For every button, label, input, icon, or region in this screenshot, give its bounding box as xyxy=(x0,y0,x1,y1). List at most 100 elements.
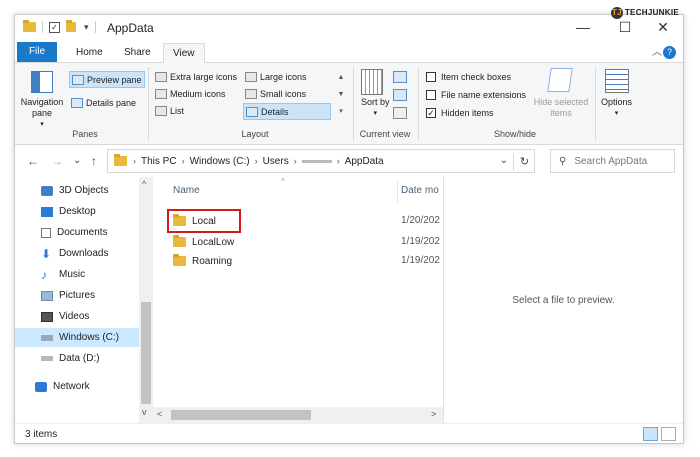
folder-icon xyxy=(173,235,186,247)
drive-d-icon xyxy=(41,356,53,361)
file-list-horizontal-scrollbar[interactable]: < > xyxy=(153,407,443,423)
address-bar[interactable]: › This PC › Windows (C:) › Users › › App… xyxy=(107,149,535,173)
scroll-left-icon[interactable]: < xyxy=(157,409,162,419)
column-header-name[interactable]: Name xyxy=(173,185,200,196)
details-option[interactable]: Details xyxy=(243,103,331,120)
tab-home[interactable]: Home xyxy=(67,43,112,63)
scroll-down-icon[interactable]: v xyxy=(142,407,147,417)
videos-icon xyxy=(41,311,53,322)
scroll-right-icon[interactable]: > xyxy=(431,409,436,419)
scroll-up-icon[interactable]: ^ xyxy=(142,179,146,189)
divider xyxy=(418,67,419,141)
navigation-pane: 3D Objects Desktop Documents ⬇ Downloads… xyxy=(15,177,153,423)
file-date: 1/19/202 xyxy=(401,255,440,266)
extra-large-icons-icon xyxy=(155,72,167,82)
panes-group-label: Panes xyxy=(72,129,98,139)
hide-selected-items-button[interactable]: Hide selected items xyxy=(531,97,591,119)
tab-file[interactable]: File xyxy=(17,42,57,62)
group-by-icon[interactable] xyxy=(393,71,407,83)
breadcrumb-this-pc[interactable]: This PC xyxy=(141,156,177,167)
sidebar-item-pictures[interactable]: Pictures xyxy=(41,286,95,305)
recent-locations-button[interactable]: ⌄ xyxy=(73,155,81,166)
sidebar-item-music[interactable]: ♪ Music xyxy=(41,265,85,284)
chevron-down-icon: ▾ xyxy=(373,110,378,117)
sidebar-item-windows-c[interactable]: Windows (C:) xyxy=(15,328,139,347)
large-icons-option[interactable]: Large icons xyxy=(245,69,307,85)
address-toolbar: ← → ⌄ ↑ › This PC › Windows (C:) › Users… xyxy=(15,145,683,177)
tab-view[interactable]: View xyxy=(163,43,205,64)
breadcrumb-users[interactable]: Users xyxy=(263,156,289,167)
file-date: 1/20/202 xyxy=(401,215,440,226)
properties-icon[interactable]: ✓ xyxy=(49,21,60,33)
details-view-toggle-icon[interactable] xyxy=(643,427,658,441)
sidebar-item-videos[interactable]: Videos xyxy=(41,307,89,326)
extra-large-icons-option[interactable]: Extra large icons xyxy=(155,69,237,85)
breadcrumb-windows-c[interactable]: Windows (C:) xyxy=(190,156,250,167)
quick-access-dropdown-icon[interactable]: ▾ xyxy=(84,22,89,33)
medium-icons-icon xyxy=(155,89,167,99)
small-icons-option[interactable]: Small icons xyxy=(245,86,306,102)
small-icons-icon xyxy=(245,89,257,99)
music-icon: ♪ xyxy=(41,267,47,282)
hidden-items-toggle[interactable]: ✓ Hidden items xyxy=(426,106,494,120)
tab-share[interactable]: Share xyxy=(115,43,160,63)
details-view-icon xyxy=(246,106,258,117)
folder-icon xyxy=(173,254,186,266)
sort-by-button[interactable]: Sort by ▾ xyxy=(361,97,390,119)
details-pane-label: Details pane xyxy=(86,98,137,108)
add-columns-icon[interactable] xyxy=(393,89,407,101)
layout-scroll[interactable]: ▲ ▼ ▾ xyxy=(335,69,347,121)
navigation-pane-icon xyxy=(31,71,53,93)
list-label: List xyxy=(170,106,185,116)
column-divider[interactable] xyxy=(397,181,398,203)
chevron-right-icon: › xyxy=(133,156,136,166)
medium-icons-option[interactable]: Medium icons xyxy=(155,86,226,102)
search-input[interactable]: ⚲ Search AppData xyxy=(550,149,675,173)
new-folder-icon[interactable] xyxy=(66,20,76,32)
refresh-icon[interactable]: ↻ xyxy=(513,153,535,171)
details-label: Details xyxy=(261,106,289,117)
close-button[interactable]: ✕ xyxy=(651,17,675,37)
sidebar-item-desktop[interactable]: Desktop xyxy=(41,202,96,221)
details-pane-button[interactable]: Details pane xyxy=(71,95,136,111)
network-icon xyxy=(35,381,47,392)
item-check-boxes-label: Item check boxes xyxy=(441,72,512,82)
sidebar-item-data-d[interactable]: Data (D:) xyxy=(41,349,100,368)
logo-text: TECHJUNKIE xyxy=(624,8,679,17)
item-check-boxes-toggle[interactable]: Item check boxes xyxy=(426,70,511,84)
forward-button[interactable]: → xyxy=(51,154,63,168)
preview-pane-button[interactable]: Preview pane xyxy=(69,71,145,88)
list-option[interactable]: List xyxy=(155,103,184,119)
sidebar-item-network[interactable]: Network xyxy=(35,377,90,396)
sidebar-item-3d-objects[interactable]: 3D Objects xyxy=(41,181,108,200)
size-columns-icon[interactable] xyxy=(393,107,407,119)
window-title: AppData xyxy=(107,21,154,35)
options-label: Options xyxy=(601,97,633,107)
maximize-button[interactable]: ☐ xyxy=(613,17,637,37)
file-date: 1/19/202 xyxy=(401,236,440,247)
file-name-extensions-toggle[interactable]: File name extensions xyxy=(426,88,526,102)
sidebar-item-label: Pictures xyxy=(59,290,96,301)
sidebar-item-documents[interactable]: Documents xyxy=(41,223,108,242)
desktop-icon xyxy=(41,206,53,217)
address-dropdown-icon[interactable]: ⌄ xyxy=(500,155,508,166)
sidebar-item-label: Desktop xyxy=(59,206,96,217)
scrollbar-thumb[interactable] xyxy=(171,410,311,420)
back-button[interactable]: ← xyxy=(27,154,39,168)
file-row-roaming[interactable]: Roaming xyxy=(173,252,232,270)
help-icon[interactable]: ? xyxy=(663,46,676,59)
sidebar-item-downloads[interactable]: ⬇ Downloads xyxy=(41,244,108,263)
file-row-locallow[interactable]: LocalLow xyxy=(173,233,234,251)
breadcrumb-appdata[interactable]: AppData xyxy=(345,156,384,167)
large-icons-view-toggle-icon[interactable] xyxy=(661,427,676,441)
navigation-pane-button[interactable]: Navigation pane ▾ xyxy=(19,97,65,130)
minimize-button[interactable]: — xyxy=(571,17,595,37)
options-button[interactable]: Options ▾ xyxy=(601,97,632,119)
sidebar-item-label: Videos xyxy=(59,311,90,322)
scrollbar-thumb[interactable] xyxy=(141,302,151,404)
drive-c-icon xyxy=(41,334,53,341)
sidebar-scrollbar[interactable]: ^ v xyxy=(139,177,153,423)
chevron-down-icon: ▾ xyxy=(614,110,619,117)
up-button[interactable]: ↑ xyxy=(91,154,97,168)
column-header-date[interactable]: Date mo xyxy=(401,185,439,196)
